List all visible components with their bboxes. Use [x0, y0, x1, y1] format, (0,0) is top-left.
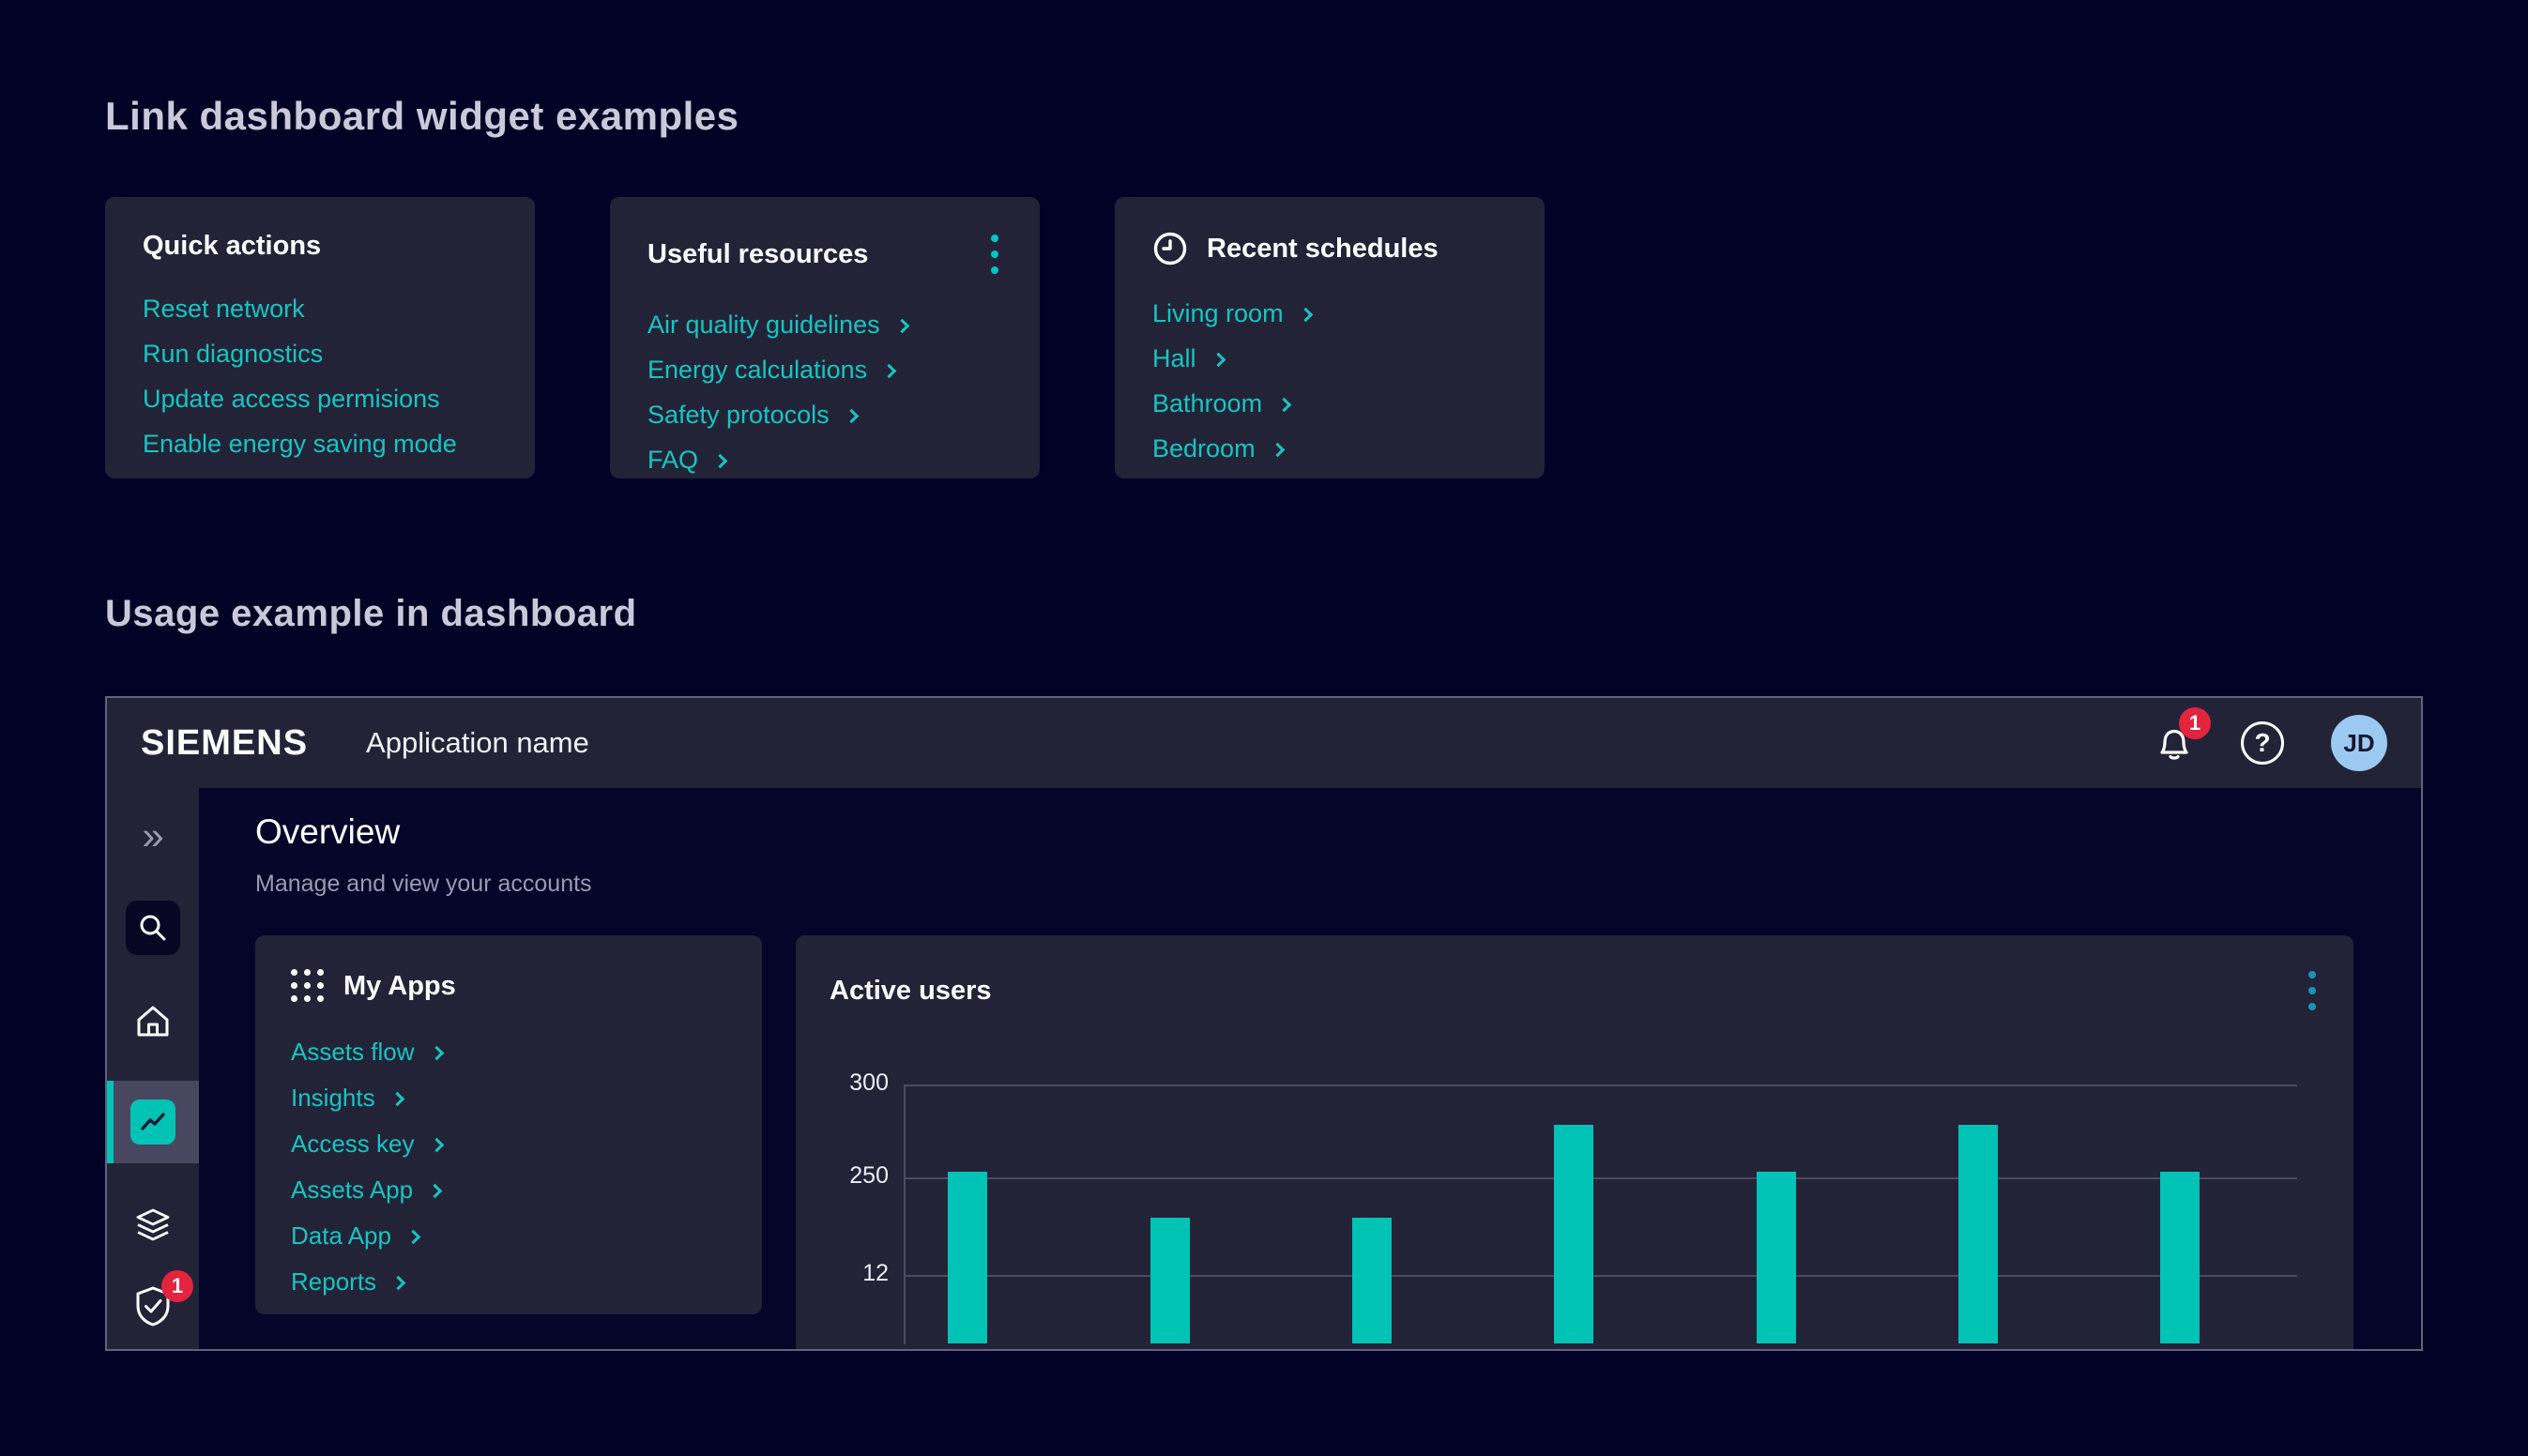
link-living-room[interactable]: Living room — [1152, 300, 1507, 326]
sidebar-item-analytics-active[interactable] — [107, 1081, 199, 1163]
link-hall[interactable]: Hall — [1152, 345, 1507, 372]
sidebar-expand-button[interactable]: » — [142, 816, 163, 856]
link-bedroom[interactable]: Bedroom — [1152, 435, 1507, 462]
link-enable-energy-saving[interactable]: Enable energy saving mode — [143, 431, 497, 457]
chevron-right-icon — [1270, 442, 1285, 457]
y-axis-tick-label: 250 — [849, 1162, 889, 1190]
link-faq[interactable]: FAQ — [647, 447, 1002, 473]
notifications-badge: 1 — [2179, 707, 2211, 739]
link-air-quality-guidelines[interactable]: Air quality guidelines — [647, 311, 1002, 338]
link-reports[interactable]: Reports — [291, 1268, 726, 1295]
chevron-right-icon — [406, 1229, 421, 1244]
active-users-chart-plot: 30025012 — [904, 1084, 2297, 1343]
recent-schedules-card: Recent schedules Living room Hall Bathro… — [1115, 197, 1545, 478]
active-users-title: Active users — [830, 976, 992, 1007]
chart-bar — [1554, 1125, 1593, 1343]
link-reset-network[interactable]: Reset network — [143, 296, 497, 322]
chevron-right-icon — [389, 1091, 404, 1106]
clock-icon — [1152, 231, 1188, 266]
chart-bar — [1352, 1218, 1392, 1343]
link-data-app[interactable]: Data App — [291, 1222, 726, 1249]
chevron-right-icon — [428, 1183, 443, 1198]
chevron-right-icon — [894, 318, 909, 333]
application-name: Application name — [366, 726, 589, 760]
link-access-key[interactable]: Access key — [291, 1130, 726, 1157]
y-axis-tick-label: 12 — [862, 1260, 889, 1287]
chart-gridline — [904, 1084, 2297, 1086]
chevron-right-icon — [844, 408, 859, 423]
chevron-right-icon — [882, 363, 897, 378]
chart-gridline — [904, 1177, 2297, 1179]
active-users-card: Active users 30025012 — [796, 935, 2353, 1351]
siemens-logo: SIEMENS — [141, 723, 308, 764]
apps-grid-icon — [291, 969, 325, 1003]
chevron-right-icon — [1298, 307, 1313, 322]
overview-title: Overview — [255, 812, 2421, 852]
chevron-right-icon — [429, 1137, 444, 1152]
overview-subtitle: Manage and view your accounts — [255, 871, 2421, 898]
sidebar-item-security[interactable]: 1 — [131, 1283, 175, 1328]
chevron-right-icon — [1211, 352, 1226, 367]
quick-actions-card: Quick actions Reset network Run diagnost… — [105, 197, 535, 478]
dashboard-example-frame: SIEMENS Application name 1 ? JD » — [105, 696, 2423, 1351]
my-apps-card: My Apps Assets flow Insights Access key … — [255, 935, 762, 1314]
link-assets-flow[interactable]: Assets flow — [291, 1039, 726, 1065]
chart-bar — [1958, 1125, 1998, 1343]
chart-gridline — [904, 1275, 2297, 1277]
useful-resources-card: Useful resources Air quality guidelines … — [610, 197, 1040, 478]
widget-examples-row: Quick actions Reset network Run diagnost… — [105, 197, 1545, 478]
chevron-right-icon — [713, 453, 728, 468]
trend-chart-icon — [130, 1100, 175, 1145]
security-badge: 1 — [161, 1270, 193, 1302]
chevron-right-icon — [1277, 397, 1292, 412]
link-bathroom[interactable]: Bathroom — [1152, 390, 1507, 417]
chevron-right-icon — [429, 1045, 444, 1060]
sidebar: » — [107, 788, 199, 1349]
y-axis-tick-label: 300 — [849, 1069, 889, 1097]
link-run-diagnostics[interactable]: Run diagnostics — [143, 341, 497, 367]
link-assets-app[interactable]: Assets App — [291, 1176, 726, 1203]
home-icon — [131, 1000, 175, 1043]
my-apps-title: My Apps — [343, 971, 456, 1002]
search-icon — [137, 912, 169, 944]
chevron-right-icon — [391, 1275, 406, 1290]
usage-example-title: Usage example in dashboard — [105, 593, 637, 635]
kebab-menu-icon[interactable] — [987, 231, 1002, 278]
chart-bar — [948, 1172, 987, 1343]
app-header: SIEMENS Application name 1 ? JD — [107, 698, 2421, 788]
question-mark-icon: ? — [2241, 721, 2284, 765]
notifications-button[interactable]: 1 — [2155, 722, 2194, 764]
y-axis-line — [904, 1084, 906, 1344]
page-title: Link dashboard widget examples — [105, 94, 739, 139]
quick-actions-title: Quick actions — [143, 231, 321, 262]
chart-bar — [1150, 1218, 1190, 1343]
kebab-menu-icon[interactable] — [2305, 967, 2320, 1014]
chart-bar — [2160, 1172, 2200, 1343]
chart-bar — [1757, 1172, 1796, 1343]
useful-resources-title: Useful resources — [647, 239, 868, 270]
sidebar-item-home[interactable] — [131, 1000, 175, 1043]
user-avatar[interactable]: JD — [2331, 715, 2387, 771]
link-safety-protocols[interactable]: Safety protocols — [647, 402, 1002, 428]
link-insights[interactable]: Insights — [291, 1084, 726, 1111]
layers-icon — [131, 1205, 175, 1248]
sidebar-item-search[interactable] — [126, 901, 180, 955]
sidebar-item-layers[interactable] — [131, 1205, 175, 1248]
recent-schedules-title: Recent schedules — [1207, 234, 1439, 265]
help-button[interactable]: ? — [2241, 721, 2284, 765]
main-content: Overview Manage and view your accounts M… — [199, 788, 2421, 1349]
link-energy-calculations[interactable]: Energy calculations — [647, 356, 1002, 383]
link-update-access-permissions[interactable]: Update access permisions — [143, 386, 497, 412]
